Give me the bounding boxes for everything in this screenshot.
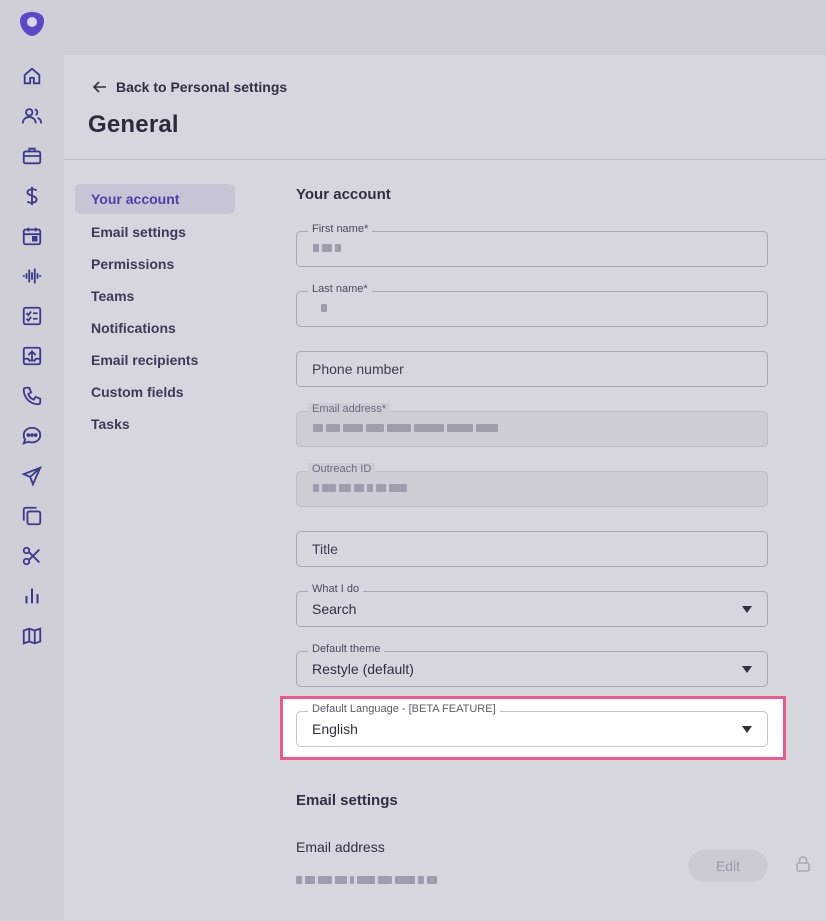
briefcase-icon[interactable] bbox=[20, 144, 44, 168]
home-icon[interactable] bbox=[20, 64, 44, 88]
default-language-select[interactable]: Default Language - [BETA FEATURE] Englis… bbox=[296, 703, 768, 747]
default-language-value: English bbox=[312, 721, 358, 737]
redacted-value bbox=[313, 484, 407, 494]
map-icon[interactable] bbox=[20, 624, 44, 648]
send-icon[interactable] bbox=[20, 464, 44, 488]
waveform-icon[interactable] bbox=[20, 264, 44, 288]
top-bar bbox=[64, 0, 826, 55]
title-field[interactable]: Title bbox=[296, 531, 768, 567]
header-divider bbox=[64, 159, 826, 160]
default-theme-select[interactable]: Default theme Restyle (default) bbox=[296, 643, 768, 687]
chevron-down-icon bbox=[742, 726, 752, 733]
last-name-field[interactable]: Last name* bbox=[296, 283, 768, 327]
calendar-icon[interactable] bbox=[20, 224, 44, 248]
settings-panel: Back to Personal settings General Your a… bbox=[64, 55, 826, 921]
outreach-id-field: Outreach ID bbox=[296, 463, 768, 507]
arrow-left-icon bbox=[92, 81, 106, 93]
default-theme-label: Default theme bbox=[308, 643, 385, 655]
redacted-email bbox=[296, 876, 437, 886]
people-icon[interactable] bbox=[20, 104, 44, 128]
title-placeholder: Title bbox=[312, 541, 338, 557]
scissors-icon[interactable] bbox=[20, 544, 44, 568]
last-name-label: Last name* bbox=[308, 283, 372, 295]
subnav-item-email-settings[interactable]: Email settings bbox=[75, 216, 235, 248]
first-name-label: First name* bbox=[308, 223, 373, 235]
copy-icon[interactable] bbox=[20, 504, 44, 528]
subnav-item-custom-fields[interactable]: Custom fields bbox=[75, 376, 235, 408]
redacted-value bbox=[313, 424, 498, 434]
subnav-item-permissions[interactable]: Permissions bbox=[75, 248, 235, 280]
what-i-do-label: What I do bbox=[308, 583, 364, 595]
settings-subnav: Your account Email settings Permissions … bbox=[75, 184, 235, 440]
tasks-icon[interactable] bbox=[20, 304, 44, 328]
your-account-heading: Your account bbox=[296, 186, 391, 203]
chevron-down-icon bbox=[742, 666, 752, 673]
subnav-item-notifications[interactable]: Notifications bbox=[75, 312, 235, 344]
subnav-item-your-account[interactable]: Your account bbox=[75, 184, 235, 214]
phone-icon[interactable] bbox=[20, 384, 44, 408]
first-name-field[interactable]: First name* bbox=[296, 223, 768, 267]
edit-button[interactable]: Edit bbox=[688, 850, 768, 882]
outreach-id-label: Outreach ID bbox=[308, 463, 376, 475]
default-theme-value: Restyle (default) bbox=[312, 661, 414, 677]
subnav-item-teams[interactable]: Teams bbox=[75, 280, 235, 312]
subnav-item-tasks[interactable]: Tasks bbox=[75, 408, 235, 440]
email-address-field: Email address* bbox=[296, 403, 768, 447]
lock-icon bbox=[796, 856, 810, 872]
default-language-label: Default Language - [BETA FEATURE] bbox=[308, 703, 500, 715]
redacted-value bbox=[321, 304, 327, 314]
subnav-item-email-recipients[interactable]: Email recipients bbox=[75, 344, 235, 376]
email-address-heading: Email address bbox=[296, 839, 385, 855]
logo-icon[interactable] bbox=[18, 10, 46, 38]
back-link[interactable]: Back to Personal settings bbox=[92, 79, 287, 95]
bar-chart-icon[interactable] bbox=[20, 584, 44, 608]
what-i-do-value: Search bbox=[312, 601, 357, 617]
what-i-do-select[interactable]: What I do Search bbox=[296, 583, 768, 627]
dollar-icon[interactable] bbox=[20, 184, 44, 208]
app-rail bbox=[0, 0, 64, 921]
email-settings-heading: Email settings bbox=[296, 792, 398, 809]
back-link-label: Back to Personal settings bbox=[116, 79, 288, 95]
chat-icon[interactable] bbox=[20, 424, 44, 448]
page-title: General bbox=[88, 111, 179, 138]
phone-number-placeholder: Phone number bbox=[312, 361, 404, 377]
phone-number-field[interactable]: Phone number bbox=[296, 351, 768, 387]
redacted-value bbox=[313, 244, 341, 254]
upload-icon[interactable] bbox=[20, 344, 44, 368]
chevron-down-icon bbox=[742, 606, 752, 613]
email-address-label: Email address* bbox=[308, 403, 390, 415]
